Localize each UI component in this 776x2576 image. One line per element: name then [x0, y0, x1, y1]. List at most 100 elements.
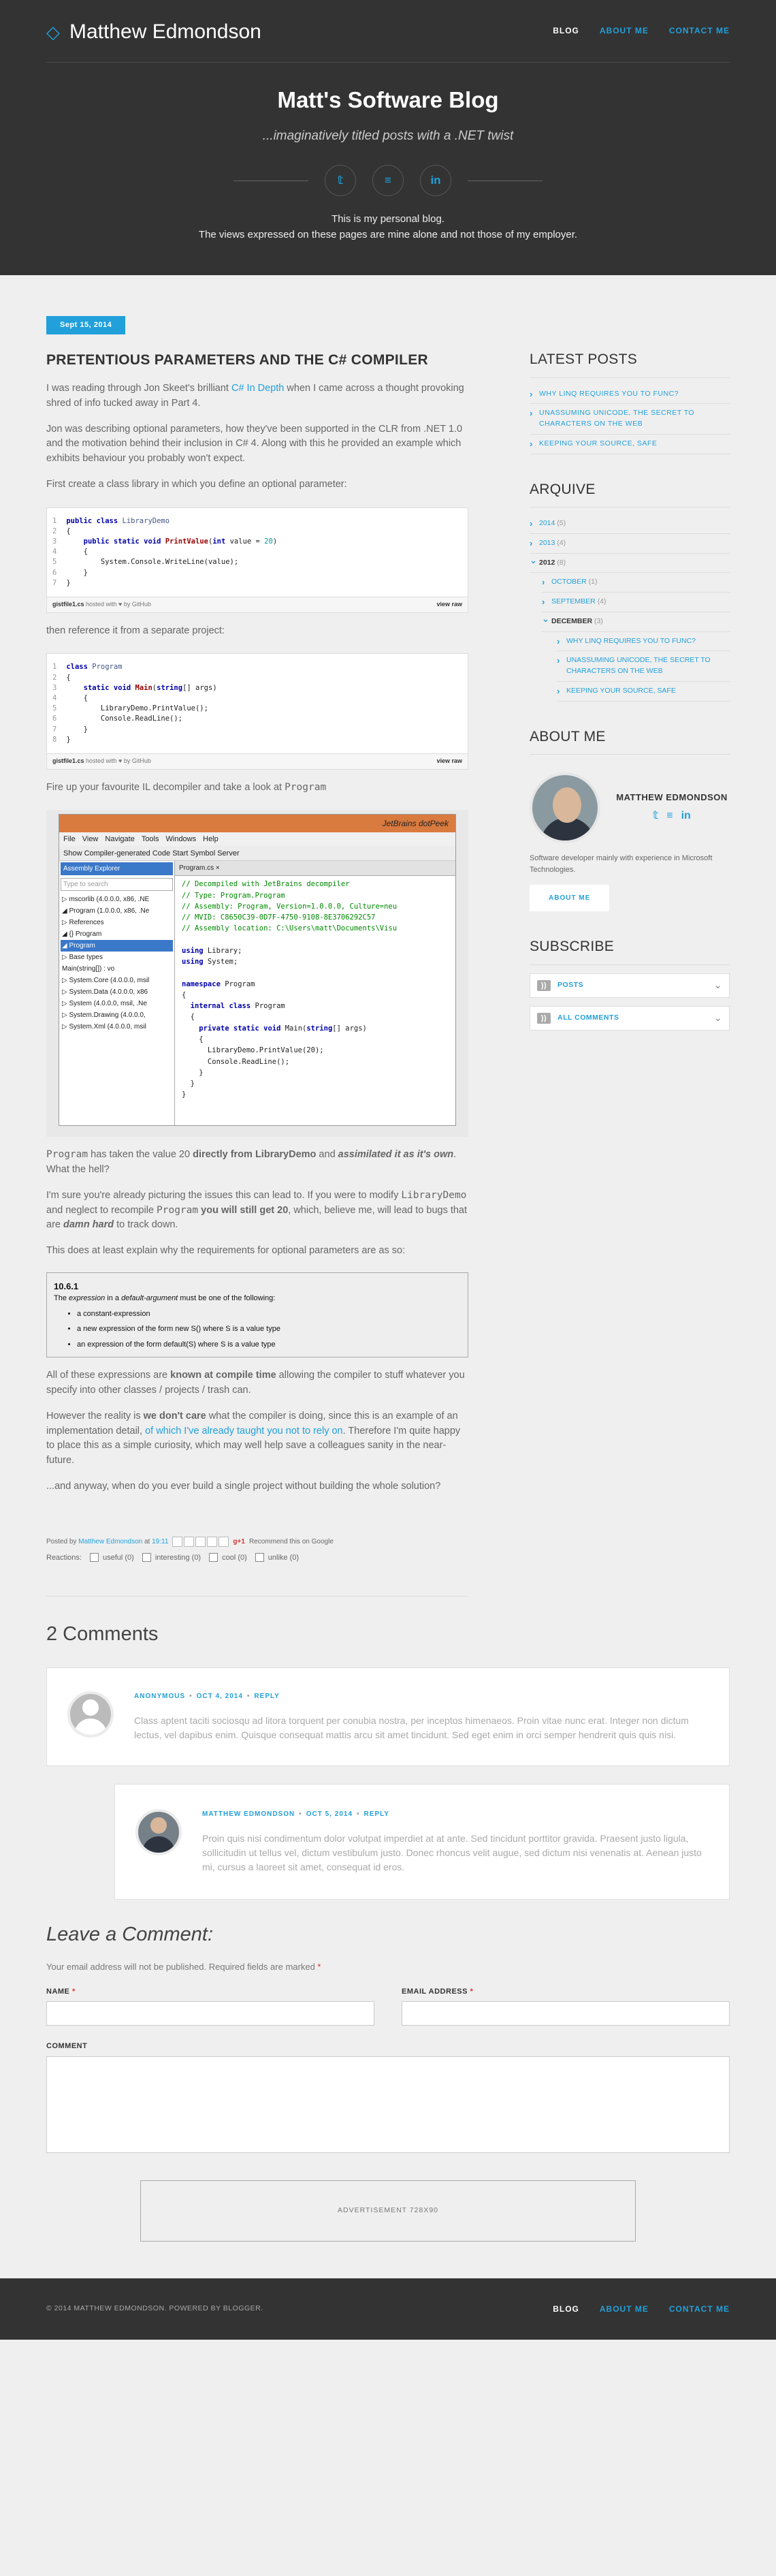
about-me-button[interactable]: ABOUT ME	[530, 885, 610, 911]
latest-post-link[interactable]: WHY LINQ REQUIRES YOU TO FUNC?	[530, 385, 730, 405]
comment-form: Leave a Comment: Your email address will…	[46, 1920, 730, 2153]
comment-reply: MATTHEW EDMONDSON • OCT 5, 2014 • REPLY Proi…	[114, 1783, 730, 1900]
reaction-cool[interactable]: cool (0)	[209, 1552, 247, 1564]
post-meta: Posted by Matthew Edmondson at 19:11 g+1…	[46, 1536, 334, 1547]
divider	[233, 180, 308, 181]
comment-author[interactable]: ANONYMOUS	[134, 1693, 185, 1700]
assembly-explorer: Assembly Explorer Type to search ▷ mscor…	[59, 861, 175, 1126]
archive-month-october[interactable]: OCTOBER (1)	[542, 573, 730, 593]
divider	[46, 1596, 468, 1597]
email-input[interactable]	[402, 2001, 730, 2026]
comment-text: Proin quis nisi condimentum dolor volutp…	[202, 1832, 702, 1872]
disclaimer-line-2: The views expressed on these pages are m…	[198, 229, 578, 241]
post-paragraph: ...and anyway, when do you ever build a …	[46, 1480, 441, 1492]
stackoverflow-icon[interactable]: ≡	[372, 165, 404, 196]
post-time-link[interactable]: 19:11	[152, 1538, 168, 1545]
site-logo[interactable]: ◇ Matthew Edmondson	[46, 16, 261, 47]
ide-menu-bar: File View Navigate Tools Windows Help	[59, 832, 455, 847]
email-share-icon[interactable]	[172, 1536, 183, 1547]
gist-file-link[interactable]: gistfile1.cs	[52, 601, 84, 608]
form-note: Your email address will not be published…	[46, 1962, 321, 1973]
subscribe-comments[interactable]: )) ALL COMMENTS ⌄	[530, 1005, 730, 1031]
footer-nav-contact-me[interactable]: CONTACT ME	[669, 2303, 730, 2315]
avatar	[135, 1808, 182, 1855]
gist-code: class Program { static void Main(string[…	[66, 663, 217, 744]
ide-title-bar: JetBrains dotPeek	[59, 815, 455, 833]
footer-nav: BLOG ABOUT ME CONTACT ME	[553, 2303, 730, 2315]
nav-contact-me[interactable]: CONTACT ME	[669, 25, 730, 37]
subscribe-posts[interactable]: )) POSTS ⌄	[530, 973, 730, 998]
reply-link[interactable]: REPLY	[364, 1810, 389, 1818]
gist-footer: gistfile1.cs hosted with ♥ by GitHub vie…	[47, 597, 468, 612]
post-paragraph: This does at least explain why the requi…	[46, 1245, 406, 1257]
footer-nav-about-me[interactable]: ABOUT ME	[600, 2303, 649, 2315]
csharp-in-depth-link[interactable]: C# In Depth	[231, 383, 284, 394]
comment-textarea[interactable]	[46, 2056, 730, 2153]
blog-archive: ARQUIVE 2014 (5) 2013 (4) 2012 (8) OCTOB…	[530, 479, 730, 702]
decompiled-code: Program.cs × // Decompiled with JetBrain…	[175, 861, 455, 1126]
post-paragraph: However the reality is we don't care wha…	[46, 1410, 461, 1466]
post-paragraph: then reference it from a separate projec…	[46, 625, 225, 636]
linkedin-icon[interactable]: in	[681, 808, 691, 824]
site-name: Matthew Edmondson	[69, 20, 261, 43]
github-link[interactable]: GitHub	[132, 601, 151, 608]
reaction-unlike[interactable]: unlike (0)	[255, 1552, 299, 1564]
gist-file-link[interactable]: gistfile1.cs	[52, 757, 84, 764]
comments-section: 2 Comments ANONYMOUS • OCT 4, 2014 • REPLY C…	[46, 1620, 730, 2242]
gist-footer: gistfile1.cs hosted with ♥ by GitHub vie…	[47, 753, 468, 769]
reaction-interesting[interactable]: interesting (0)	[142, 1552, 201, 1564]
logo-diamond-icon: ◇	[46, 21, 60, 42]
nav-blog[interactable]: BLOG	[553, 25, 579, 37]
latest-post-link[interactable]: UNASSUMING UNICODE, THE SECRET TO CHARAC…	[530, 404, 730, 435]
rss-icon: ))	[537, 1012, 551, 1024]
comment-label: COMMENT	[46, 2042, 88, 2051]
avatar	[530, 772, 600, 843]
view-raw-link[interactable]: view raw	[436, 757, 462, 766]
linkedin-icon[interactable]: in	[420, 165, 451, 196]
site-footer: © 2014 MATTHEW EDMONDSON. POWERED BY BLO…	[0, 2278, 776, 2340]
author-link[interactable]: Matthew Edmondson	[78, 1538, 142, 1545]
gplus-button[interactable]: g+1	[233, 1537, 245, 1547]
latest-post-link[interactable]: KEEPING YOUR SOURCE, SAFE	[530, 435, 730, 454]
comment-author[interactable]: MATTHEW EDMONDSON	[202, 1810, 295, 1818]
github-link[interactable]: GitHub	[132, 757, 151, 764]
twitter-icon[interactable]: 𝕥	[653, 808, 658, 824]
blog-share-icon[interactable]	[184, 1536, 195, 1547]
post-paragraph: First create a class library in which yo…	[46, 478, 347, 490]
twitter-icon[interactable]: 𝕥	[325, 165, 356, 196]
archive-month-september[interactable]: SEPTEMBER (4)	[542, 593, 730, 612]
nav-about-me[interactable]: ABOUT ME	[600, 25, 649, 37]
archive-year-2012[interactable]: 2012 (8)	[530, 554, 730, 574]
gist-program: 12345678 class Program { static void Mai…	[46, 653, 468, 770]
post-paragraph: I'm sure you're already picturing the is…	[46, 1189, 468, 1231]
stackoverflow-icon[interactable]: ≡	[666, 808, 673, 824]
blog-title-bold: Software Blog	[347, 87, 499, 112]
twitter-share-icon[interactable]	[195, 1536, 206, 1547]
blog-title-prefix: Matt's	[277, 87, 348, 112]
chevron-down-icon: ⌄	[713, 1012, 722, 1023]
comment: ANONYMOUS • OCT 4, 2014 • REPLY Class aptent…	[46, 1667, 730, 1766]
archive-year-2014[interactable]: 2014 (5)	[530, 514, 730, 534]
name-input[interactable]	[46, 2001, 374, 2026]
gplus-recommend-text: Recommend this on Google	[248, 1537, 334, 1545]
archive-post-link[interactable]: KEEPING YOUR SOURCE, SAFE	[557, 682, 730, 702]
form-title: Leave a Comment:	[46, 1923, 214, 1945]
comment-date[interactable]: OCT 4, 2014	[197, 1693, 243, 1700]
comment-date[interactable]: OCT 5, 2014	[306, 1810, 353, 1818]
post-title[interactable]: PRETENTIOUS PARAMETERS AND THE C# COMPIL…	[46, 349, 468, 371]
pinterest-share-icon[interactable]	[219, 1536, 229, 1547]
copyright: © 2014 MATTHEW EDMONDSON. POWERED BY BLO…	[46, 2304, 263, 2312]
reaction-useful[interactable]: useful (0)	[89, 1552, 134, 1564]
share-buttons	[172, 1536, 229, 1547]
reply-link[interactable]: REPLY	[254, 1693, 279, 1700]
view-raw-link[interactable]: view raw	[436, 600, 462, 610]
previous-post-link[interactable]: of which I've already taught you not to …	[145, 1426, 343, 1436]
footer-nav-blog[interactable]: BLOG	[553, 2303, 579, 2315]
archive-year-2013[interactable]: 2013 (4)	[530, 534, 730, 554]
divider	[468, 180, 543, 181]
top-bar: ◇ Matthew Edmondson BLOG ABOUT ME CONTAC…	[46, 0, 730, 63]
archive-post-link[interactable]: UNASSUMING UNICODE, THE SECRET TO CHARAC…	[557, 651, 730, 682]
facebook-share-icon[interactable]	[207, 1536, 218, 1547]
archive-month-december[interactable]: DECEMBER (3)	[542, 612, 730, 632]
archive-post-link[interactable]: WHY LINQ REQUIRES YOU TO FUNC?	[557, 632, 730, 652]
